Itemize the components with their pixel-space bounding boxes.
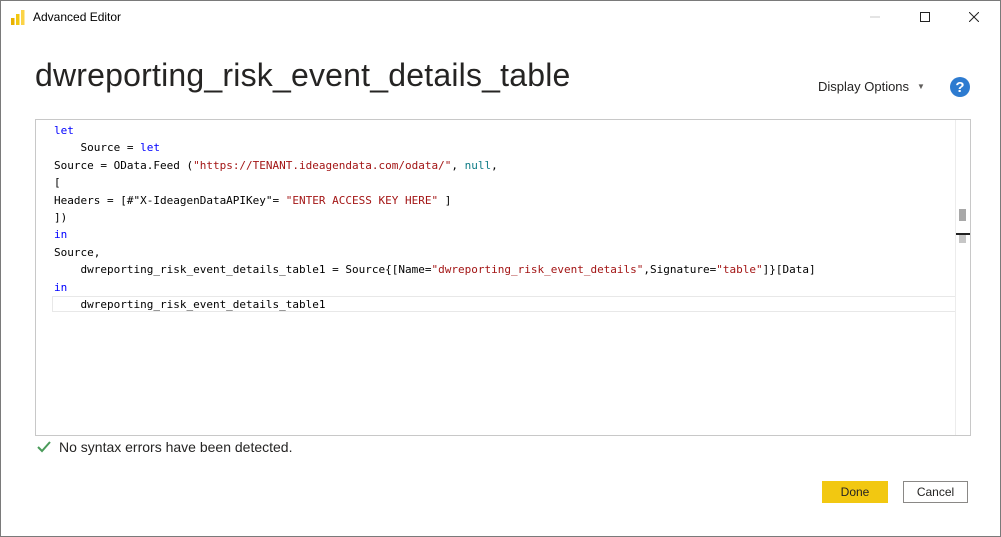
display-options-label: Display Options xyxy=(818,79,910,94)
code-line[interactable]: Headers = [#"X-IdeagenDataAPIKey"= "ENTE… xyxy=(54,192,816,209)
editor-scrollbar[interactable] xyxy=(955,120,970,435)
maximize-icon xyxy=(920,12,930,22)
chevron-down-icon: ▼ xyxy=(917,82,925,91)
code-token: "ENTER ACCESS KEY HERE" xyxy=(285,193,439,207)
title-bar[interactable]: Advanced Editor xyxy=(1,1,1000,33)
cancel-button[interactable]: Cancel xyxy=(903,481,968,503)
code-line[interactable]: Source = OData.Feed ("https://TENANT.ide… xyxy=(54,157,816,174)
syntax-status-message: No syntax errors have been detected. xyxy=(59,439,293,455)
code-token: [ xyxy=(54,176,61,190)
code-token: "table" xyxy=(716,263,763,277)
code-line[interactable]: dwreporting_risk_event_details_table1 xyxy=(54,296,816,313)
code-token: ]) xyxy=(54,210,68,224)
code-token: in xyxy=(54,280,68,294)
minimize-button[interactable] xyxy=(852,1,898,33)
code-token: ] xyxy=(438,193,452,207)
code-text[interactable]: let Source = let Source = OData.Feed ("ht… xyxy=(54,122,816,313)
code-token: null xyxy=(464,158,492,172)
code-token: in xyxy=(54,228,68,242)
display-options-dropdown[interactable]: Display Options ▼ xyxy=(818,79,925,94)
close-icon xyxy=(969,12,979,22)
code-token: "https://TENANT.ideagendata.com/odata/" xyxy=(193,158,452,172)
scrollbar-thumb[interactable] xyxy=(959,209,966,221)
code-token: Source, xyxy=(54,245,101,259)
code-token: Source = OData.Feed ( xyxy=(54,158,194,172)
done-button[interactable]: Done xyxy=(822,481,888,503)
code-line[interactable]: in xyxy=(54,226,816,243)
code-token: dwreporting_risk_event_details_table1 = … xyxy=(54,263,432,277)
code-token: , xyxy=(491,158,498,172)
help-icon[interactable]: ? xyxy=(950,77,970,97)
code-token: , xyxy=(451,158,465,172)
code-line[interactable]: in xyxy=(54,279,816,296)
code-line[interactable]: Source, xyxy=(54,244,816,261)
checkmark-icon xyxy=(37,441,51,453)
query-name-title: dwreporting_risk_event_details_table xyxy=(35,57,571,93)
code-line[interactable]: ]) xyxy=(54,209,816,226)
code-token: ,Signature= xyxy=(643,263,717,277)
code-line[interactable]: let xyxy=(54,122,816,139)
code-line[interactable]: Source = let xyxy=(54,139,816,156)
minimize-icon xyxy=(870,16,880,18)
code-token: dwreporting_risk_event_details_table1 xyxy=(54,297,326,311)
code-token: Source = xyxy=(54,141,141,155)
syntax-status: No syntax errors have been detected. xyxy=(37,439,292,455)
code-token: let xyxy=(140,141,160,155)
power-bi-logo-icon xyxy=(11,10,25,25)
code-token: Headers = [#"X-IdeagenDataAPIKey"= xyxy=(54,193,286,207)
code-editor[interactable]: let Source = let Source = OData.Feed ("ht… xyxy=(35,119,971,436)
code-token: "dwreporting_risk_event_details" xyxy=(431,263,644,277)
window-title: Advanced Editor xyxy=(33,10,122,24)
maximize-button[interactable] xyxy=(902,1,948,33)
code-line[interactable]: dwreporting_risk_event_details_table1 = … xyxy=(54,261,816,278)
code-token: ]}[Data] xyxy=(762,263,816,277)
code-token: let xyxy=(54,124,74,137)
close-button[interactable] xyxy=(951,1,997,33)
code-line[interactable]: [ xyxy=(54,174,816,191)
advanced-editor-window: Advanced Editor dwreporting_risk_event_d… xyxy=(0,0,1001,537)
overview-ruler-marker xyxy=(959,235,966,243)
